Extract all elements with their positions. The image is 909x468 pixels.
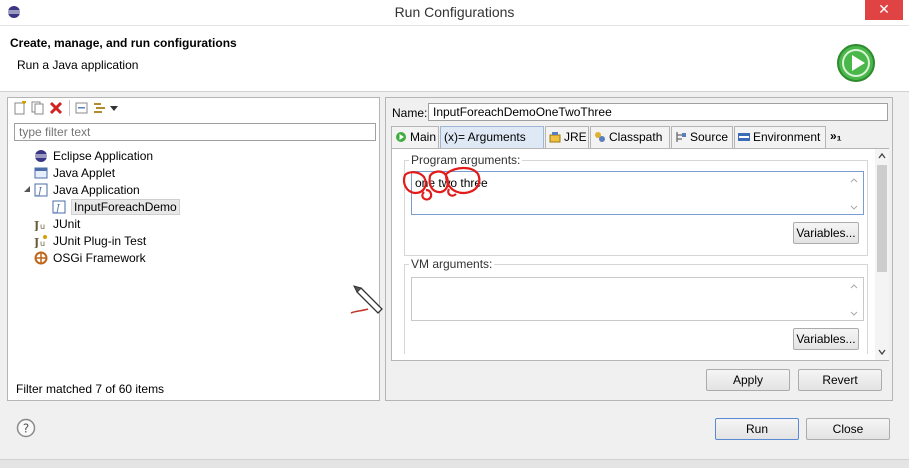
- tab-label: Main: [410, 130, 437, 144]
- tab-label: Environment: [753, 130, 821, 144]
- java-app-icon: J: [52, 200, 66, 214]
- osgi-icon: [34, 251, 48, 265]
- junit-plugin-icon: Ju: [34, 235, 47, 248]
- vm-arguments-group: VM arguments: Variables...: [404, 257, 868, 354]
- close-button[interactable]: Close: [806, 418, 890, 440]
- textarea-scroll-arrows-icon: [850, 178, 858, 210]
- tree-item-osgi-framework[interactable]: OSGi Framework: [34, 250, 146, 267]
- program-arguments-value: one two three: [415, 176, 488, 190]
- tab-vertical-scrollbar[interactable]: [875, 149, 889, 360]
- title-bar: Run Configurations ✕: [0, 0, 909, 26]
- tree-item-label: Java Application: [53, 183, 140, 197]
- tree-item-junit[interactable]: Ju JUnit: [34, 216, 80, 233]
- configuration-tree-panel: Eclipse Application Java Applet J Java Ap…: [7, 97, 380, 401]
- dialog-header: Create, manage, and run configurations R…: [0, 26, 909, 92]
- new-config-icon[interactable]: [13, 101, 27, 115]
- tree-item-eclipse-application[interactable]: Eclipse Application: [34, 148, 153, 165]
- tab-environment[interactable]: Environment: [734, 126, 826, 148]
- svg-text:J: J: [34, 219, 39, 231]
- delete-icon[interactable]: [49, 101, 63, 115]
- window-title: Run Configurations: [394, 4, 515, 20]
- configuration-editor-panel: Name: Main (x)= Arguments JRE Classpath …: [385, 97, 893, 401]
- scroll-up-arrow-icon[interactable]: [878, 152, 886, 160]
- toolbar-separator: [69, 100, 70, 116]
- textarea-scroll-arrows-icon: [850, 284, 858, 316]
- svg-text:u: u: [40, 239, 45, 248]
- tree-item-label: Java Applet: [53, 166, 116, 180]
- scrollbar-thumb[interactable]: [877, 165, 887, 272]
- header-subtitle: Run a Java application: [17, 58, 139, 72]
- classpath-tab-icon: [595, 132, 605, 142]
- svg-text:u: u: [40, 222, 45, 231]
- tab-source[interactable]: Source: [671, 126, 733, 148]
- svg-text:J: J: [34, 236, 39, 248]
- dialog-button-bar: ? Run Close: [0, 406, 909, 468]
- program-arguments-textarea[interactable]: one two three: [411, 171, 864, 215]
- name-input[interactable]: [428, 103, 888, 121]
- filter-input[interactable]: [14, 123, 376, 141]
- jre-tab-icon: [549, 132, 561, 143]
- tab-label: Source: [690, 130, 729, 144]
- tree-item-label: JUnit: [53, 217, 81, 231]
- eclipse-icon: [35, 150, 47, 162]
- tree-item-java-application[interactable]: J Java Application: [34, 182, 140, 199]
- tab-classpath[interactable]: Classpath: [590, 126, 670, 148]
- expanded-arrow-icon[interactable]: [22, 184, 32, 194]
- tab-label: Classpath: [609, 130, 663, 144]
- help-icon[interactable]: ?: [16, 418, 36, 438]
- tab-jre[interactable]: JRE: [545, 126, 589, 148]
- tab-label: (x)= Arguments: [444, 130, 526, 144]
- junit-icon: Ju: [34, 219, 45, 231]
- tree-item-label: InputForeachDemo: [71, 199, 180, 215]
- tree-item-java-applet[interactable]: Java Applet: [34, 165, 115, 182]
- config-tabs: Main (x)= Arguments JRE Classpath Source…: [391, 126, 889, 148]
- vm-arguments-textarea[interactable]: [411, 277, 864, 321]
- tree-item-label: JUnit Plug-in Test: [53, 234, 147, 248]
- apply-button[interactable]: Apply: [706, 369, 790, 391]
- applet-icon: [34, 167, 48, 179]
- name-label: Name:: [392, 106, 428, 120]
- vm-variables-button[interactable]: Variables...: [793, 328, 859, 350]
- source-tab-icon: [676, 132, 686, 142]
- tree-item-junit-plugin-test[interactable]: Ju JUnit Plug-in Test: [34, 233, 146, 250]
- java-app-icon: J: [34, 183, 48, 197]
- tree-item-label: OSGi Framework: [53, 251, 146, 265]
- run-button[interactable]: Run: [715, 418, 799, 440]
- tree-item-inputforeachdemo[interactable]: J InputForeachDemo: [52, 199, 180, 216]
- dropdown-arrow-icon[interactable]: [109, 101, 119, 115]
- program-arguments-label: Program arguments:: [409, 153, 523, 167]
- more-tabs-icon: »₁: [830, 129, 842, 143]
- window-bottom-strip: [0, 459, 909, 468]
- collapse-all-icon[interactable]: [75, 101, 89, 115]
- scroll-down-arrow-icon[interactable]: [878, 348, 886, 356]
- svg-text:?: ?: [23, 422, 29, 436]
- duplicate-icon[interactable]: [31, 101, 45, 115]
- window-close-button[interactable]: ✕: [865, 0, 903, 20]
- tab-label: JRE: [564, 130, 587, 144]
- program-variables-button[interactable]: Variables...: [793, 222, 859, 244]
- program-arguments-group: Program arguments: one two three Variabl…: [404, 153, 868, 256]
- filter-status: Filter matched 7 of 60 items: [16, 382, 165, 396]
- filter-icon[interactable]: [93, 101, 107, 115]
- environment-tab-icon: [738, 133, 750, 141]
- header-title: Create, manage, and run configurations: [10, 36, 237, 50]
- tree-item-label: Eclipse Application: [53, 149, 154, 163]
- main-tab-icon: [396, 132, 406, 142]
- more-tabs-button[interactable]: »₁: [827, 126, 853, 148]
- run-green-circle-icon: [837, 44, 875, 82]
- arguments-tab-content: Program arguments: one two three Variabl…: [391, 148, 889, 361]
- revert-button[interactable]: Revert: [798, 369, 882, 391]
- tab-arguments[interactable]: (x)= Arguments: [440, 126, 544, 148]
- tab-main[interactable]: Main: [391, 126, 439, 148]
- vm-arguments-label: VM arguments:: [409, 257, 495, 271]
